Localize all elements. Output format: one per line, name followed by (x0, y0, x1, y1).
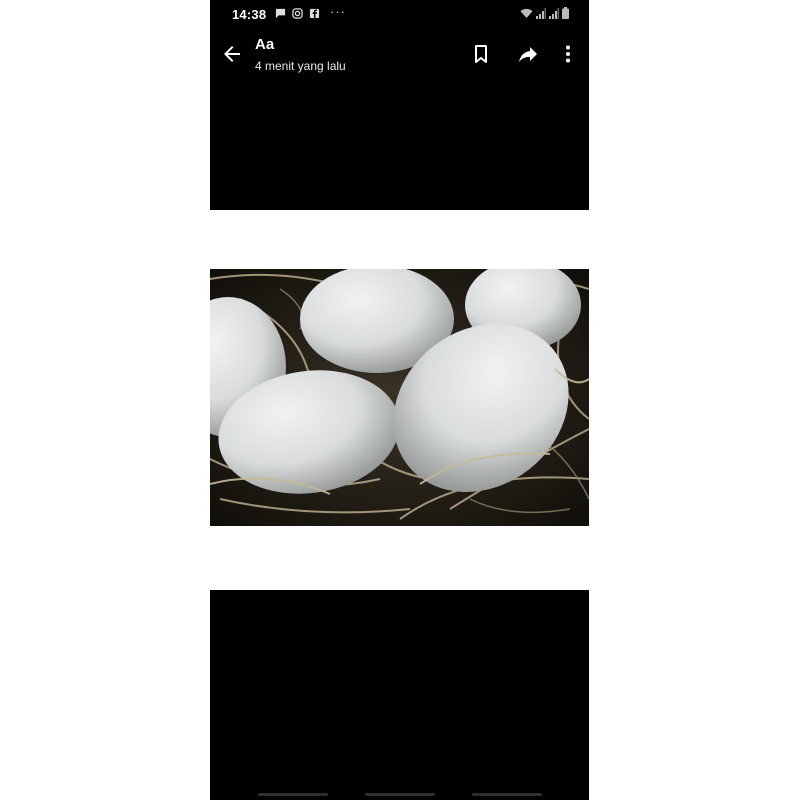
phone-screen: 14:38 ··· Aa 4 menit yang lalu (210, 0, 589, 800)
signal-icon (549, 8, 559, 19)
overflow-dots: ··· (330, 4, 346, 19)
egg-photo[interactable] (210, 269, 589, 526)
nav-indicator (258, 793, 328, 796)
image-frame (210, 210, 589, 590)
status-time: 14:38 (232, 7, 267, 22)
timestamp-subtitle: 4 menit yang lalu (255, 59, 346, 73)
signal-icon (536, 8, 546, 19)
status-right-icons (520, 7, 569, 19)
app-bar: Aa 4 menit yang lalu (210, 28, 589, 80)
more-vert-icon[interactable] (556, 42, 580, 66)
facebook-icon (309, 8, 320, 19)
nav-bar (210, 788, 589, 800)
wifi-icon (520, 8, 533, 18)
nav-indicator (365, 793, 435, 796)
battery-icon (562, 7, 569, 19)
instagram-icon (292, 8, 303, 19)
back-arrow-icon[interactable] (220, 42, 244, 66)
bookmark-icon[interactable] (469, 42, 493, 66)
page-title: Aa (255, 36, 275, 53)
nav-indicator (472, 793, 542, 796)
message-icon (275, 8, 286, 19)
status-bar: 14:38 ··· (210, 0, 589, 28)
share-icon[interactable] (516, 42, 540, 66)
